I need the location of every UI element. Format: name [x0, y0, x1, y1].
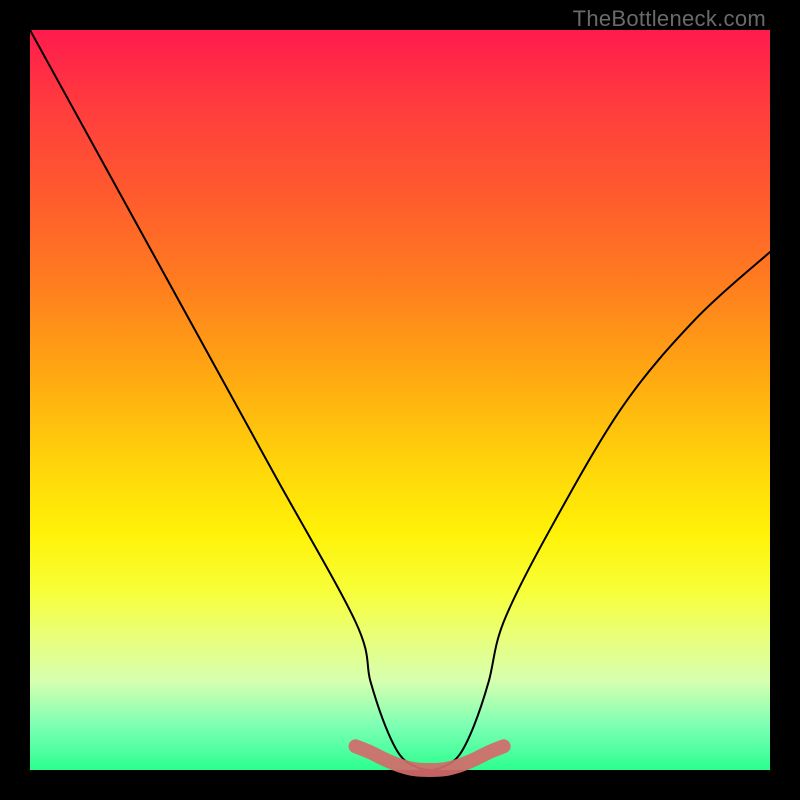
chart-frame: TheBottleneck.com: [0, 0, 800, 800]
plot-area: [30, 30, 770, 770]
watermark-text: TheBottleneck.com: [573, 6, 766, 32]
bottleneck-curve: [30, 30, 770, 770]
chart-svg: [30, 30, 770, 770]
optimal-band: [356, 746, 504, 770]
